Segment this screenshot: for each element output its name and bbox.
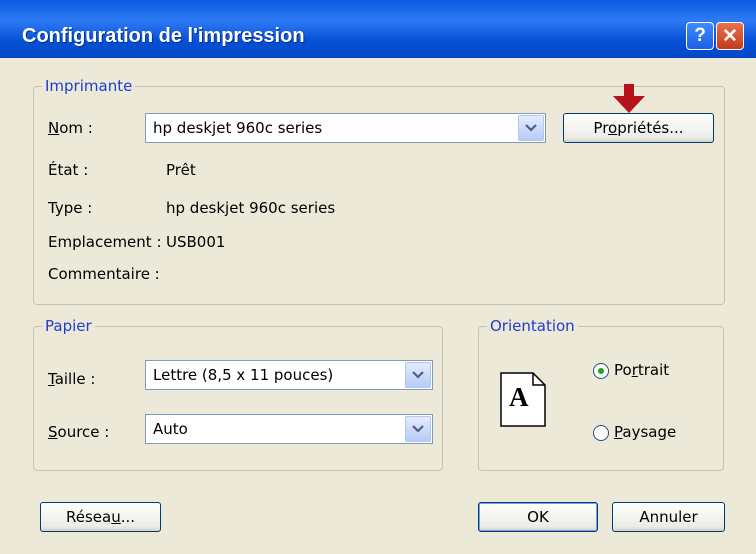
arrow-down-icon	[613, 84, 645, 113]
chevron-down-icon[interactable]	[405, 362, 431, 388]
landscape-label[interactable]: Paysage	[614, 423, 676, 441]
title-bar[interactable]: Configuration de l'impression ? ✕	[0, 0, 756, 58]
printer-name-label: Nom :	[48, 119, 93, 137]
orientation-group-legend: Orientation	[487, 317, 578, 335]
properties-label: Propriétés...	[593, 119, 684, 137]
chevron-down-icon[interactable]	[518, 115, 544, 141]
type-value: hp deskjet 960c series	[166, 199, 336, 217]
location-label: Emplacement :	[48, 233, 162, 251]
printer-group-legend: Imprimante	[42, 77, 136, 95]
paper-size-label: Taille :	[48, 370, 96, 388]
network-button[interactable]: Réseau...	[40, 502, 161, 532]
paper-group-legend: Papier	[42, 317, 95, 335]
location-value: USB001	[166, 233, 226, 251]
portrait-radio-dot	[598, 368, 604, 374]
chevron-down-icon[interactable]	[405, 416, 431, 442]
ok-button[interactable]: OK	[478, 502, 598, 532]
printer-name-value: hp deskjet 960c series	[153, 119, 323, 137]
network-label: Réseau...	[65, 508, 136, 526]
window-title: Configuration de l'impression	[22, 25, 305, 47]
landscape-radio[interactable]	[593, 425, 609, 441]
portrait-label[interactable]: Portrait	[614, 361, 669, 379]
status-label: État :	[48, 161, 89, 179]
properties-button[interactable]: Propriétés...	[563, 113, 714, 143]
page-portrait-icon: A	[500, 372, 546, 427]
paper-source-label: Source :	[48, 423, 110, 441]
paper-group: Papier	[33, 317, 443, 471]
page-glyph: A	[509, 382, 529, 412]
type-label: Type :	[48, 199, 93, 217]
status-value: Prêt	[166, 161, 196, 179]
close-button[interactable]: ✕	[716, 22, 744, 50]
portrait-radio[interactable]	[593, 363, 609, 379]
help-button[interactable]: ?	[686, 22, 714, 50]
printer-name-select[interactable]: hp deskjet 960c series	[145, 113, 546, 143]
comment-label: Commentaire :	[48, 265, 160, 283]
paper-size-value: Lettre (8,5 x 11 pouces)	[153, 366, 334, 384]
paper-source-select[interactable]: Auto	[145, 414, 433, 444]
cancel-button[interactable]: Annuler	[612, 502, 725, 532]
paper-source-value: Auto	[153, 420, 188, 438]
paper-size-select[interactable]: Lettre (8,5 x 11 pouces)	[145, 360, 433, 390]
